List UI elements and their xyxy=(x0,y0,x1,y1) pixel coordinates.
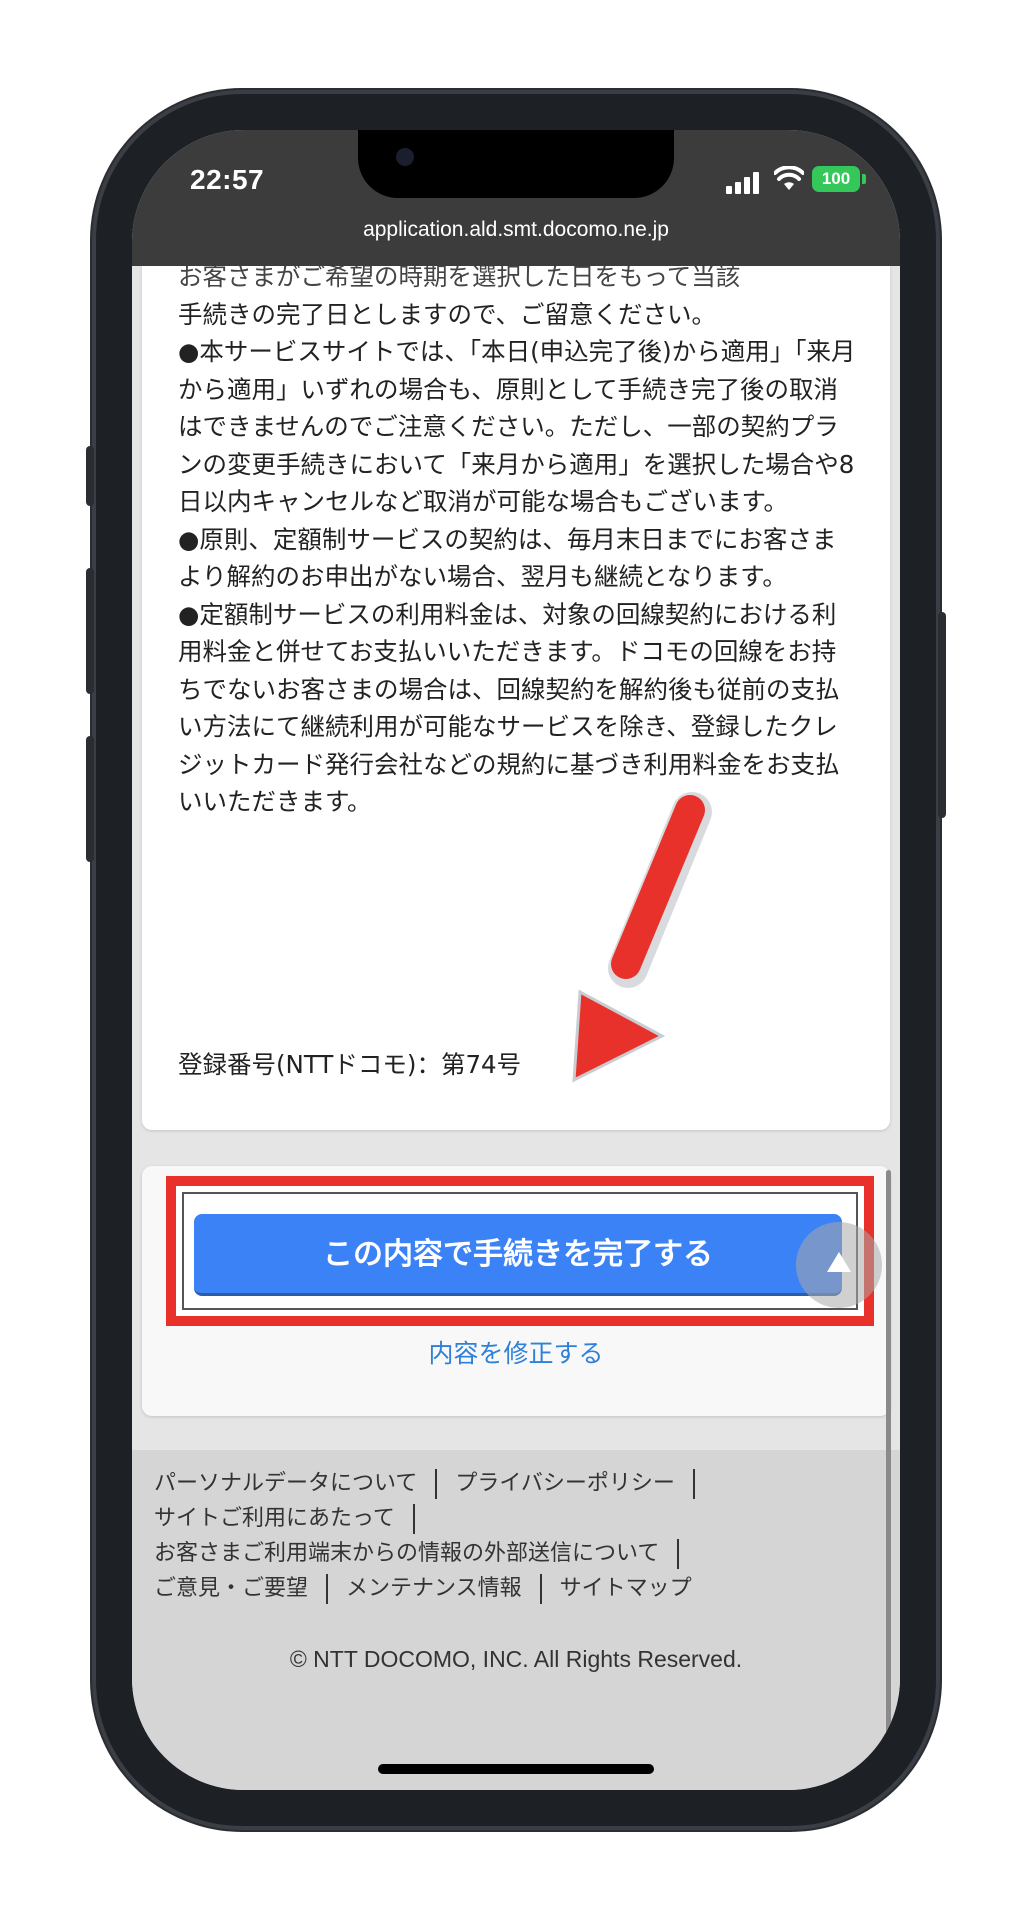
footer-link-sitemap[interactable]: サイトマップ xyxy=(560,1576,692,1601)
footer-separator xyxy=(539,1574,542,1604)
terms-text: お客さまがご希望の時期を選択した日をもって当該 手続きの完了日としますので、ご留… xyxy=(178,258,858,821)
registration-number: 登録番号(NTTドコモ)：第74号 xyxy=(178,1050,522,1079)
phone-screen: お客さまがご希望の時期を選択した日をもって当該 手続きの完了日としますので、ご留… xyxy=(132,130,900,1790)
status-bar: 22:57 100 application.ald.smt.docomo.ne.… xyxy=(132,130,900,266)
battery-icon: 100 xyxy=(812,166,860,192)
status-time: 22:57 xyxy=(190,164,265,195)
complete-procedure-button[interactable]: この内容で手続きを完了する xyxy=(194,1214,842,1296)
footer-link-external-transmission[interactable]: お客さまご利用端末からの情報の外部送信について xyxy=(154,1541,659,1566)
footer: パーソナルデータについて プライバシーポリシー サイトご利用にあたって お客さまご… xyxy=(132,1450,900,1790)
volume-down-button xyxy=(86,736,94,862)
home-indicator[interactable] xyxy=(378,1764,654,1774)
scroll-to-top-icon[interactable] xyxy=(796,1222,882,1308)
footer-link-maintenance[interactable]: メンテナンス情報 xyxy=(346,1576,522,1601)
footer-link-personal-data[interactable]: パーソナルデータについて xyxy=(154,1471,417,1496)
terms-paragraph-renewal: ●原則、定額制サービスの契約は、毎月末日までにお客さまより解約のお申出がない場合… xyxy=(178,524,837,592)
power-button xyxy=(938,612,946,818)
footer-separator xyxy=(412,1504,415,1534)
cellular-signal-icon xyxy=(726,172,766,194)
footer-link-site-usage[interactable]: サイトご利用にあたって xyxy=(154,1506,395,1531)
edit-content-link[interactable]: 内容を修正する xyxy=(132,1334,900,1370)
footer-links: パーソナルデータについて プライバシーポリシー サイトご利用にあたって お客さまご… xyxy=(154,1466,874,1606)
mute-switch xyxy=(86,446,94,506)
volume-up-button xyxy=(86,568,94,694)
terms-paragraph-payment: ●定額制サービスの利用料金は、対象の回線契約における利用料金と併せてお支払いいた… xyxy=(178,599,840,817)
camera-icon xyxy=(396,148,414,166)
copyright: © NTT DOCOMO, INC. All Rights Reserved. xyxy=(289,1646,743,1672)
footer-link-feedback[interactable]: ご意見・ご要望 xyxy=(154,1576,308,1601)
scrollbar[interactable] xyxy=(886,1170,891,1790)
url-bar[interactable]: application.ald.smt.docomo.ne.jp xyxy=(132,218,900,242)
terms-paragraph-cancellation: ●本サービスサイトでは、「本日(申込完了後)から適用」「来月から適用」いずれの場… xyxy=(178,337,856,516)
footer-separator xyxy=(677,1539,680,1569)
terms-line-2: 手続きの完了日としますので、ご留意ください。 xyxy=(178,299,717,329)
footer-separator xyxy=(435,1469,438,1499)
footer-separator xyxy=(326,1574,329,1604)
wifi-icon xyxy=(774,166,804,190)
footer-separator xyxy=(692,1469,695,1499)
battery-tip xyxy=(862,174,866,184)
footer-link-privacy-policy[interactable]: プライバシーポリシー xyxy=(455,1471,675,1496)
terms-card: お客さまがご希望の時期を選択した日をもって当該 手続きの完了日としますので、ご留… xyxy=(142,262,890,1130)
